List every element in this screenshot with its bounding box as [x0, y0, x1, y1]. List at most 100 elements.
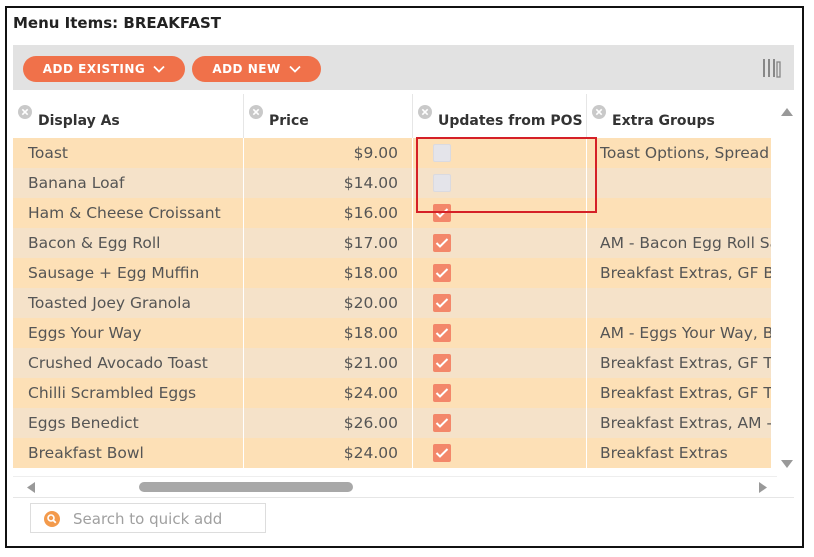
updates-from-pos-checkbox[interactable]: [433, 174, 451, 192]
cell-price[interactable]: $21.00: [244, 348, 413, 378]
cell-price[interactable]: $26.00: [244, 408, 413, 438]
cell-display-as[interactable]: Sausage + Egg Muffin: [13, 258, 244, 288]
checkmark-icon: [435, 208, 449, 218]
cell-updates-from-pos: [413, 378, 587, 408]
horizontal-scrollbar[interactable]: [13, 476, 777, 497]
cell-display-as[interactable]: Crushed Avocado Toast: [13, 348, 244, 378]
scroll-up-icon[interactable]: [780, 107, 794, 117]
table-row[interactable]: Breakfast Bowl $24.00 Breakfast Extras: [13, 438, 771, 468]
cell-extra-groups[interactable]: [587, 288, 771, 318]
column-header-updates-from-pos[interactable]: Updates from POS: [413, 94, 587, 138]
cell-extra-groups[interactable]: Breakfast Extras, GF Bun: [587, 258, 771, 288]
updates-from-pos-checkbox[interactable]: [433, 354, 451, 372]
cell-updates-from-pos: [413, 348, 587, 378]
updates-from-pos-checkbox[interactable]: [433, 234, 451, 252]
cell-price[interactable]: $16.00: [244, 198, 413, 228]
cell-extra-groups[interactable]: [587, 168, 771, 198]
scroll-right-icon[interactable]: [758, 481, 768, 494]
updates-from-pos-checkbox[interactable]: [433, 414, 451, 432]
cell-display-as[interactable]: Eggs Benedict: [13, 408, 244, 438]
cell-display-as[interactable]: Bacon & Egg Roll: [13, 228, 244, 258]
cell-price[interactable]: $14.00: [244, 168, 413, 198]
add-existing-button[interactable]: ADD EXISTING: [23, 56, 185, 82]
updates-from-pos-checkbox[interactable]: [433, 294, 451, 312]
add-new-label: ADD NEW: [212, 62, 281, 76]
remove-column-icon[interactable]: [18, 105, 32, 119]
cell-updates-from-pos: [413, 288, 587, 318]
chevron-down-icon: [153, 65, 165, 73]
cell-extra-groups[interactable]: Breakfast Extras, GF Toast: [587, 378, 771, 408]
cell-display-as[interactable]: Toast: [13, 138, 244, 168]
table-row[interactable]: Ham & Cheese Croissant $16.00: [13, 198, 771, 228]
cell-price[interactable]: $24.00: [244, 438, 413, 468]
table-row[interactable]: Bacon & Egg Roll $17.00 AM - Bacon Egg Rol…: [13, 228, 771, 258]
quick-add-search[interactable]: [30, 503, 266, 533]
checkmark-icon: [435, 448, 449, 458]
updates-from-pos-checkbox[interactable]: [433, 264, 451, 282]
table-row[interactable]: Eggs Benedict $26.00 Breakfast Extras, AM …: [13, 408, 771, 438]
column-header-label: Display As: [38, 113, 120, 129]
checkmark-icon: [435, 238, 449, 248]
add-new-button[interactable]: ADD NEW: [192, 56, 321, 82]
vertical-scrollbar[interactable]: [777, 94, 797, 474]
cell-updates-from-pos: [413, 228, 587, 258]
table-row[interactable]: Crushed Avocado Toast $21.00 Breakfast Ext…: [13, 348, 771, 378]
table-row[interactable]: Sausage + Egg Muffin $18.00 Breakfast Extr…: [13, 258, 771, 288]
cell-display-as[interactable]: Breakfast Bowl: [13, 438, 244, 468]
chevron-down-icon: [289, 65, 301, 73]
checkmark-icon: [435, 358, 449, 368]
updates-from-pos-checkbox[interactable]: [433, 444, 451, 462]
divider: [13, 497, 794, 498]
cell-updates-from-pos: [413, 408, 587, 438]
scroll-left-icon[interactable]: [26, 481, 36, 494]
table-row[interactable]: Eggs Your Way $18.00 AM - Eggs Your Way, B…: [13, 318, 771, 348]
column-settings-icon[interactable]: [760, 57, 782, 79]
checkmark-icon: [435, 268, 449, 278]
column-header-price[interactable]: Price: [244, 94, 413, 138]
scroll-down-icon[interactable]: [780, 459, 794, 469]
cell-updates-from-pos: [413, 318, 587, 348]
column-header-display-as[interactable]: Display As: [13, 94, 244, 138]
cell-extra-groups[interactable]: Breakfast Extras, AM - Eggs: [587, 408, 771, 438]
menu-items-grid: Display As Price Updates from POS Extra …: [13, 94, 771, 474]
cell-price[interactable]: $18.00: [244, 318, 413, 348]
table-row[interactable]: Toasted Joey Granola $20.00: [13, 288, 771, 318]
updates-from-pos-checkbox[interactable]: [433, 204, 451, 222]
cell-display-as[interactable]: Toasted Joey Granola: [13, 288, 244, 318]
cell-extra-groups[interactable]: AM - Eggs Your Way, Bread: [587, 318, 771, 348]
cell-extra-groups[interactable]: Breakfast Extras: [587, 438, 771, 468]
remove-column-icon[interactable]: [249, 105, 263, 119]
updates-from-pos-checkbox[interactable]: [433, 384, 451, 402]
cell-display-as[interactable]: Ham & Cheese Croissant: [13, 198, 244, 228]
cell-extra-groups[interactable]: AM - Bacon Egg Roll Sauce: [587, 228, 771, 258]
cell-display-as[interactable]: Eggs Your Way: [13, 318, 244, 348]
cell-price[interactable]: $24.00: [244, 378, 413, 408]
table-row[interactable]: Toast$9.00 Toast Options, Spread Options: [13, 138, 771, 168]
table-row[interactable]: Banana Loaf $14.00: [13, 168, 771, 198]
horizontal-scroll-thumb[interactable]: [139, 482, 353, 492]
column-header-extra-groups[interactable]: Extra Groups: [587, 94, 771, 138]
updates-from-pos-checkbox[interactable]: [433, 324, 451, 342]
remove-column-icon[interactable]: [418, 105, 432, 119]
cell-display-as[interactable]: Chilli Scrambled Eggs: [13, 378, 244, 408]
cell-updates-from-pos: [413, 438, 587, 468]
remove-column-icon[interactable]: [592, 105, 606, 119]
search-input[interactable]: [71, 508, 260, 530]
cell-updates-from-pos: [413, 258, 587, 288]
cell-extra-groups[interactable]: Toast Options, Spread Options: [587, 138, 771, 168]
cell-extra-groups[interactable]: Breakfast Extras, GF Toast: [587, 348, 771, 378]
column-header-label: Extra Groups: [612, 113, 715, 129]
updates-from-pos-checkbox[interactable]: [433, 144, 451, 162]
checkmark-icon: [435, 328, 449, 338]
cell-updates-from-pos: [413, 168, 587, 198]
add-existing-label: ADD EXISTING: [42, 62, 146, 76]
table-row[interactable]: Chilli Scrambled Eggs $24.00 Breakfast Ext…: [13, 378, 771, 408]
cell-extra-groups[interactable]: [587, 198, 771, 228]
search-icon: [44, 511, 60, 527]
cell-price[interactable]: $20.00: [244, 288, 413, 318]
cell-price[interactable]: $9.00: [244, 138, 413, 168]
cell-price[interactable]: $17.00: [244, 228, 413, 258]
cell-updates-from-pos: [413, 138, 587, 168]
cell-display-as[interactable]: Banana Loaf: [13, 168, 244, 198]
cell-price[interactable]: $18.00: [244, 258, 413, 288]
